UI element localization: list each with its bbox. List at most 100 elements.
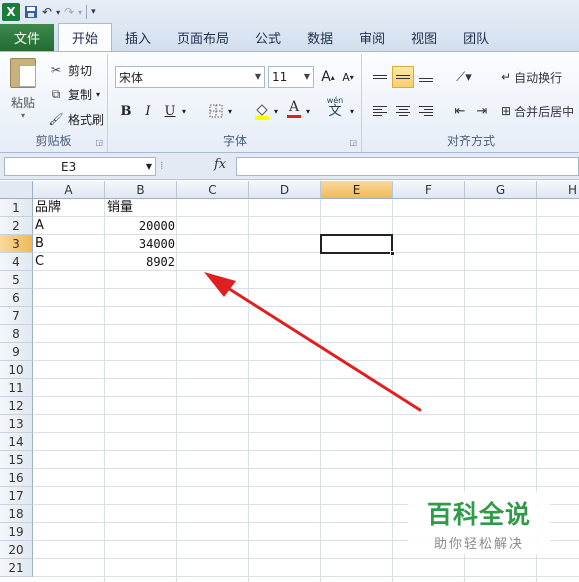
tab-file[interactable]: 文件 xyxy=(0,24,54,51)
chevron-down-icon: ▼ xyxy=(254,72,261,81)
cell-a2[interactable]: A xyxy=(33,217,105,235)
row-header-5[interactable]: 5 xyxy=(0,271,33,289)
column-header-c[interactable]: C xyxy=(177,181,249,199)
underline-dropdown-icon[interactable]: ▾ xyxy=(179,100,189,122)
tab-data[interactable]: 数据 xyxy=(294,24,346,51)
row-header-16[interactable]: 16 xyxy=(0,469,33,487)
paste-button[interactable]: 粘贴 ▾ xyxy=(6,58,40,120)
name-box[interactable]: E3 ▼ xyxy=(4,157,156,176)
borders-dropdown-icon[interactable]: ▾ xyxy=(225,100,235,122)
align-left-icon[interactable] xyxy=(369,100,391,122)
row-header-9[interactable]: 9 xyxy=(0,343,33,361)
row-header-12[interactable]: 12 xyxy=(0,397,33,415)
select-all-corner[interactable] xyxy=(0,181,33,199)
format-painter-button[interactable]: 🖌 格式刷 xyxy=(48,109,104,129)
borders-icon[interactable] xyxy=(207,100,225,122)
italic-button[interactable]: I xyxy=(139,100,157,122)
column-header-h[interactable]: H xyxy=(537,181,579,199)
tab-view[interactable]: 视图 xyxy=(398,24,450,51)
undo-icon[interactable]: ↶ xyxy=(42,3,52,21)
tab-insert[interactable]: 插入 xyxy=(112,24,164,51)
font-launcher-icon[interactable]: ◲ xyxy=(349,138,357,147)
cell-b3[interactable]: 34000 xyxy=(105,235,177,253)
font-color-icon[interactable]: A xyxy=(285,98,303,120)
font-size-select[interactable]: 11 ▼ xyxy=(268,66,314,88)
cell-b1[interactable]: 销量 xyxy=(105,199,177,217)
cell-b2[interactable]: 20000 xyxy=(105,217,177,235)
row-header-10[interactable]: 10 xyxy=(0,361,33,379)
cell-a3[interactable]: B xyxy=(33,235,105,253)
tab-formulas[interactable]: 公式 xyxy=(242,24,294,51)
copy-button[interactable]: ⧉ 复制 ▾ xyxy=(48,84,100,104)
row-header-7[interactable]: 7 xyxy=(0,307,33,325)
tab-team[interactable]: 团队 xyxy=(450,24,502,51)
row-header-17[interactable]: 17 xyxy=(0,487,33,505)
clipboard-launcher-icon[interactable]: ◲ xyxy=(95,138,103,147)
tab-review[interactable]: 审阅 xyxy=(346,24,398,51)
row-header-1[interactable]: 1 xyxy=(0,199,33,217)
align-right-icon[interactable] xyxy=(415,100,437,122)
grow-font-icon[interactable]: A ▴ xyxy=(319,66,337,88)
save-icon[interactable] xyxy=(24,3,38,21)
column-header-d[interactable]: D xyxy=(249,181,321,199)
bold-button[interactable]: B xyxy=(117,100,135,122)
row-header-8[interactable]: 8 xyxy=(0,325,33,343)
row-header-14[interactable]: 14 xyxy=(0,433,33,451)
excel-logo-icon[interactable]: X xyxy=(2,3,20,21)
row-header-20[interactable]: 20 xyxy=(0,541,33,559)
merge-center-button[interactable]: ⊞ 合并后居中 xyxy=(501,100,579,122)
underline-button[interactable]: U xyxy=(161,100,179,122)
undo-dropdown-icon[interactable]: ▾ xyxy=(56,3,60,21)
row-header-21[interactable]: 21 xyxy=(0,559,33,577)
redo-dropdown-icon[interactable]: ▾ xyxy=(78,3,82,21)
align-bottom-icon[interactable] xyxy=(415,66,437,88)
cell-b4[interactable]: 8902 xyxy=(105,253,177,271)
shrink-font-icon[interactable]: A ▾ xyxy=(339,66,357,88)
increase-indent-icon[interactable]: ⇥ xyxy=(471,100,493,122)
cell-a1[interactable]: 品牌 xyxy=(33,199,105,217)
copy-dropdown-icon[interactable]: ▾ xyxy=(96,90,100,99)
row-header-11[interactable]: 11 xyxy=(0,379,33,397)
column-header-e[interactable]: E xyxy=(321,181,393,199)
gridline xyxy=(33,396,579,397)
gridline xyxy=(33,342,579,343)
font-color-dropdown-icon[interactable]: ▾ xyxy=(303,100,313,122)
phonetic-guide-button[interactable]: wén 文 xyxy=(323,96,347,118)
cut-button[interactable]: ✂ 剪切 xyxy=(48,60,92,80)
row-header-4[interactable]: 4 xyxy=(0,253,33,271)
row-header-19[interactable]: 19 xyxy=(0,523,33,541)
row-header-6[interactable]: 6 xyxy=(0,289,33,307)
tab-home[interactable]: 开始 xyxy=(58,23,113,51)
wrap-text-button[interactable]: ↵ 自动换行 xyxy=(501,66,577,88)
row-header-2[interactable]: 2 xyxy=(0,217,33,235)
column-header-f[interactable]: F xyxy=(393,181,465,199)
align-middle-icon[interactable] xyxy=(392,66,414,88)
row-header-15[interactable]: 15 xyxy=(0,451,33,469)
active-cell-selection[interactable] xyxy=(320,234,393,254)
name-box-dropdown-icon[interactable]: ▼ xyxy=(146,162,152,171)
align-top-icon[interactable] xyxy=(369,66,391,88)
gridline xyxy=(33,450,579,451)
phonetic-dropdown-icon[interactable]: ▾ xyxy=(347,100,357,122)
formula-input[interactable] xyxy=(236,157,579,176)
row-header-3[interactable]: 3 xyxy=(0,235,33,253)
cell-a4[interactable]: C xyxy=(33,253,105,271)
decrease-indent-icon[interactable]: ⇤ xyxy=(449,100,471,122)
row-header-18[interactable]: 18 xyxy=(0,505,33,523)
fill-color-icon[interactable] xyxy=(253,100,271,122)
tab-page-layout[interactable]: 页面布局 xyxy=(164,24,242,51)
fill-color-dropdown-icon[interactable]: ▾ xyxy=(271,100,281,122)
column-header-g[interactable]: G xyxy=(465,181,537,199)
fill-handle[interactable] xyxy=(390,251,395,256)
orientation-icon[interactable]: ⟋▾ xyxy=(449,66,479,88)
customize-toolbar-icon[interactable]: ▾ xyxy=(91,3,96,21)
redo-icon[interactable]: ↷ xyxy=(64,3,74,21)
insert-function-icon[interactable]: fx xyxy=(214,157,226,172)
row-header-13[interactable]: 13 xyxy=(0,415,33,433)
align-center-icon[interactable] xyxy=(392,100,414,122)
column-header-a[interactable]: A xyxy=(33,181,105,199)
paste-dropdown-icon[interactable]: ▾ xyxy=(21,111,25,120)
font-name-select[interactable]: 宋体 ▼ xyxy=(115,66,265,88)
alignment-group-label: 对齐方式 xyxy=(446,134,495,148)
column-header-b[interactable]: B xyxy=(105,181,177,199)
